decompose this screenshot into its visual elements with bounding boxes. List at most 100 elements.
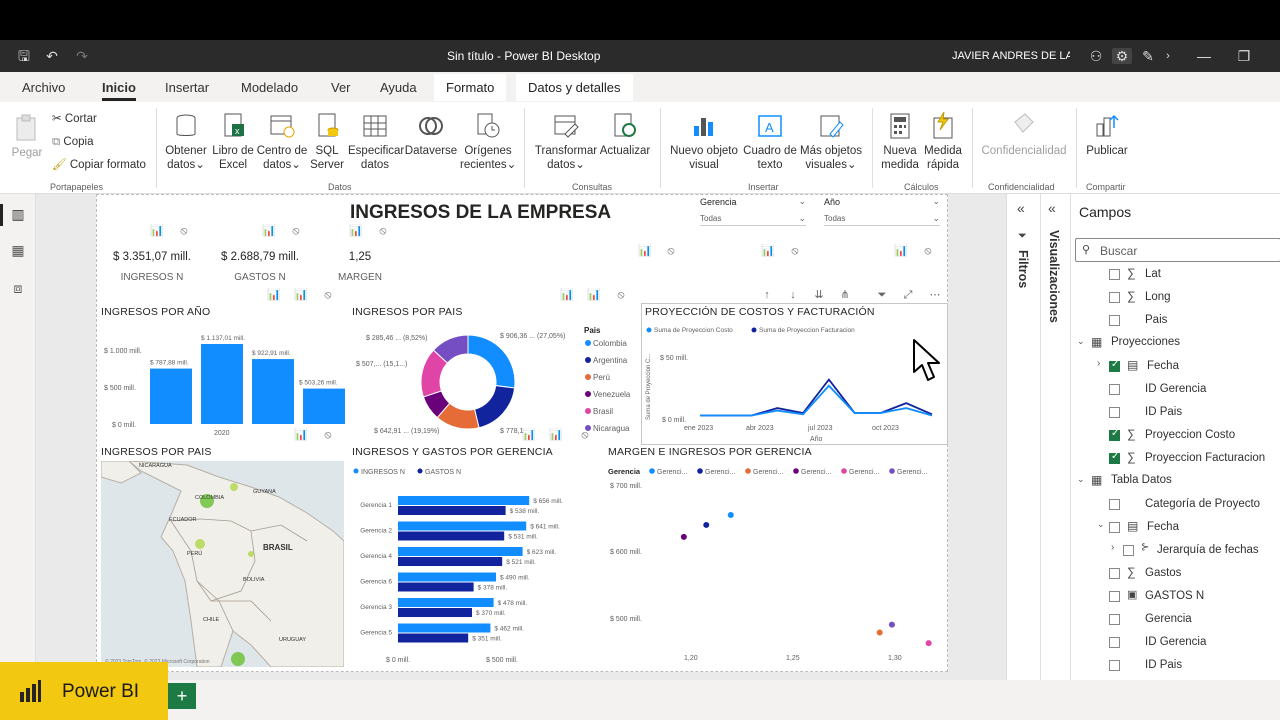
new-visual-button[interactable]: Nuevo objeto visual — [668, 112, 740, 172]
paste-button[interactable]: Pegar — [10, 114, 44, 160]
visualizations-pane[interactable]: « Visualizaciones — [1040, 194, 1070, 680]
refresh-button[interactable]: Actualizar — [598, 112, 652, 158]
quick-measure-button[interactable]: Medida rápida — [922, 112, 964, 172]
chevron-right-icon[interactable]: › — [1097, 358, 1100, 369]
arrow-down-icon[interactable]: ↓ — [786, 288, 800, 302]
visual-type-icon[interactable]: 📊 — [150, 224, 164, 238]
field-checkbox[interactable] — [1109, 407, 1120, 418]
visual-type-icon[interactable]: 📊 — [761, 244, 775, 258]
minimize-icon[interactable]: — — [1196, 48, 1212, 64]
recent-sources-button[interactable]: Orígenes recientes⌄ — [460, 112, 516, 172]
chevron-right-icon[interactable]: › — [1111, 542, 1114, 553]
add-page-button[interactable]: + — [168, 683, 196, 709]
transform-data-button[interactable]: Transformar datos⌄ — [534, 112, 598, 172]
tab-insertar[interactable]: Insertar — [165, 80, 209, 95]
no-filter-icon[interactable]: ⦸ — [788, 244, 802, 258]
model-view-icon[interactable]: ⧈ — [10, 280, 26, 296]
tab-inicio[interactable]: Inicio — [102, 80, 136, 101]
tab-ayuda[interactable]: Ayuda — [380, 80, 417, 95]
double-arrow-icon[interactable]: ⇊ — [812, 288, 826, 302]
collapse-icon[interactable]: « — [1017, 200, 1025, 216]
visual-type-icon[interactable]: 📊 — [894, 244, 908, 258]
field-checkbox[interactable] — [1109, 428, 1120, 441]
publish-button[interactable]: Publicar — [1084, 112, 1130, 158]
redo-icon[interactable]: ↷ — [74, 48, 90, 64]
scatter-chart[interactable]: Gerencia Gerenci... Gerenci... Gerenci... G… — [606, 460, 946, 668]
more-options-icon[interactable]: ⋯ — [928, 288, 942, 302]
chevron-right-icon[interactable]: › — [1160, 48, 1176, 64]
visual-type-icon[interactable]: 📊 — [587, 288, 601, 302]
textbox-button[interactable]: A Cuadro de texto — [742, 112, 798, 172]
undo-icon[interactable]: ↶ — [44, 48, 60, 64]
excel-button[interactable]: x Libro de Excel — [211, 112, 255, 172]
tab-modelado[interactable]: Modelado — [241, 80, 298, 95]
field-checkbox[interactable] — [1123, 545, 1134, 556]
slicer-gerencia[interactable]: Gerencia ⌄ Todas ⌄ — [700, 196, 806, 230]
no-filter-icon[interactable]: ⦸ — [376, 224, 390, 238]
field-checkbox[interactable] — [1109, 568, 1120, 579]
no-filter-icon[interactable]: ⦸ — [289, 224, 303, 238]
field-checkbox[interactable] — [1109, 451, 1120, 464]
no-filter-icon[interactable]: ⦸ — [321, 288, 335, 302]
drill-icon[interactable]: ⋔ — [838, 288, 852, 302]
field-checkbox[interactable] — [1109, 637, 1120, 648]
field-checkbox[interactable] — [1109, 384, 1120, 395]
no-filter-icon[interactable]: ⦸ — [177, 224, 191, 238]
more-visuals-button[interactable]: Más objetos visuales⌄ — [798, 112, 864, 172]
account-icon[interactable]: ⚇ — [1088, 48, 1104, 64]
visual-type-icon[interactable]: 📊 — [349, 224, 363, 238]
field-checkbox[interactable] — [1109, 591, 1120, 602]
tab-datos-detalles[interactable]: Datos y detalles — [516, 74, 633, 101]
tab-ver[interactable]: Ver — [331, 80, 351, 95]
filter-icon[interactable]: ⏷ — [875, 288, 889, 302]
map-visual[interactable]: NICARAGUA COLOMBIA GUYANA ECUADOR PERÚ BRASIL… — [101, 461, 344, 667]
line-chart[interactable]: Suma de Proyeccion Costo Suma de Proyecc… — [642, 320, 946, 444]
no-filter-icon[interactable]: ⦸ — [921, 244, 935, 258]
cut-button[interactable]: ✂ Cortar — [52, 112, 97, 126]
get-data-button[interactable]: Obtener datos⌄ — [164, 112, 208, 172]
sql-button[interactable]: SQL Server — [308, 112, 346, 172]
table-view-icon[interactable]: ▦ — [10, 242, 26, 258]
format-painter-button[interactable]: 🖌 Copiar formato — [52, 158, 146, 172]
settings-icon[interactable]: ⚙ — [1112, 48, 1132, 64]
data-label: $ 1.137,01 mill. — [201, 335, 245, 342]
restore-icon[interactable]: ❐ — [1236, 48, 1252, 64]
no-filter-icon[interactable]: ⦸ — [664, 244, 678, 258]
chevron-down-icon[interactable]: ⌄ — [1097, 519, 1105, 530]
field-checkbox[interactable] — [1109, 499, 1120, 510]
datahub-button[interactable]: Centro de datos⌄ — [256, 112, 308, 172]
field-checkbox[interactable] — [1109, 315, 1120, 326]
no-filter-icon[interactable]: ⦸ — [614, 288, 628, 302]
focus-mode-icon[interactable]: ⤢ — [901, 288, 915, 302]
field-checkbox[interactable] — [1109, 269, 1120, 280]
dataverse-button[interactable]: Dataverse — [404, 112, 458, 158]
copy-button[interactable]: ⧉ Copia — [52, 135, 93, 149]
new-measure-button[interactable]: Nueva medida — [880, 112, 920, 172]
visual-type-icon[interactable]: 📊 — [262, 224, 276, 238]
visual-type-icon[interactable]: 📊 — [267, 288, 281, 302]
hbar-chart[interactable]: INGRESOS N GASTOS N Gerencia 1 $ 656 mill… — [350, 460, 608, 668]
visual-type-icon[interactable]: 📊 — [294, 288, 308, 302]
visual-type-icon[interactable]: 📊 — [560, 288, 574, 302]
tab-archivo[interactable]: Archivo — [22, 80, 65, 95]
collapse-icon[interactable]: « — [1048, 200, 1056, 216]
donut-chart[interactable]: $ 285,46 ... (8,52%) $ 507,... (15,1...)… — [350, 322, 640, 440]
arrow-up-icon[interactable]: ↑ — [760, 288, 774, 302]
bar-year-chart[interactable]: $ 1.000 mill. $ 500 mill. $ 0 mill. 2020… — [100, 320, 348, 440]
field-checkbox[interactable] — [1109, 614, 1120, 625]
field-checkbox[interactable] — [1109, 359, 1120, 372]
search-input[interactable]: ⚲ Buscar — [1075, 238, 1280, 262]
slicer-anio[interactable]: Año ⌄ Todas ⌄ — [824, 196, 940, 230]
tab-formato[interactable]: Formato — [434, 74, 507, 101]
sensitivity-button[interactable]: Confidencialidad — [980, 112, 1068, 158]
filters-pane[interactable]: « ⏷ Filtros — [1006, 194, 1040, 680]
enter-data-button[interactable]: Especificar datos — [348, 112, 404, 172]
field-checkbox[interactable] — [1109, 660, 1120, 671]
field-checkbox[interactable] — [1109, 292, 1120, 303]
report-view-icon[interactable]: ▥ — [10, 206, 26, 222]
save-icon[interactable]: 🖫 — [16, 48, 32, 64]
visual-type-icon[interactable]: 📊 — [638, 244, 652, 258]
pin-icon[interactable]: ✎ — [1140, 48, 1156, 64]
user-name[interactable]: JAVIER ANDRES DE LA C — [952, 50, 1070, 62]
field-checkbox[interactable] — [1109, 522, 1120, 533]
